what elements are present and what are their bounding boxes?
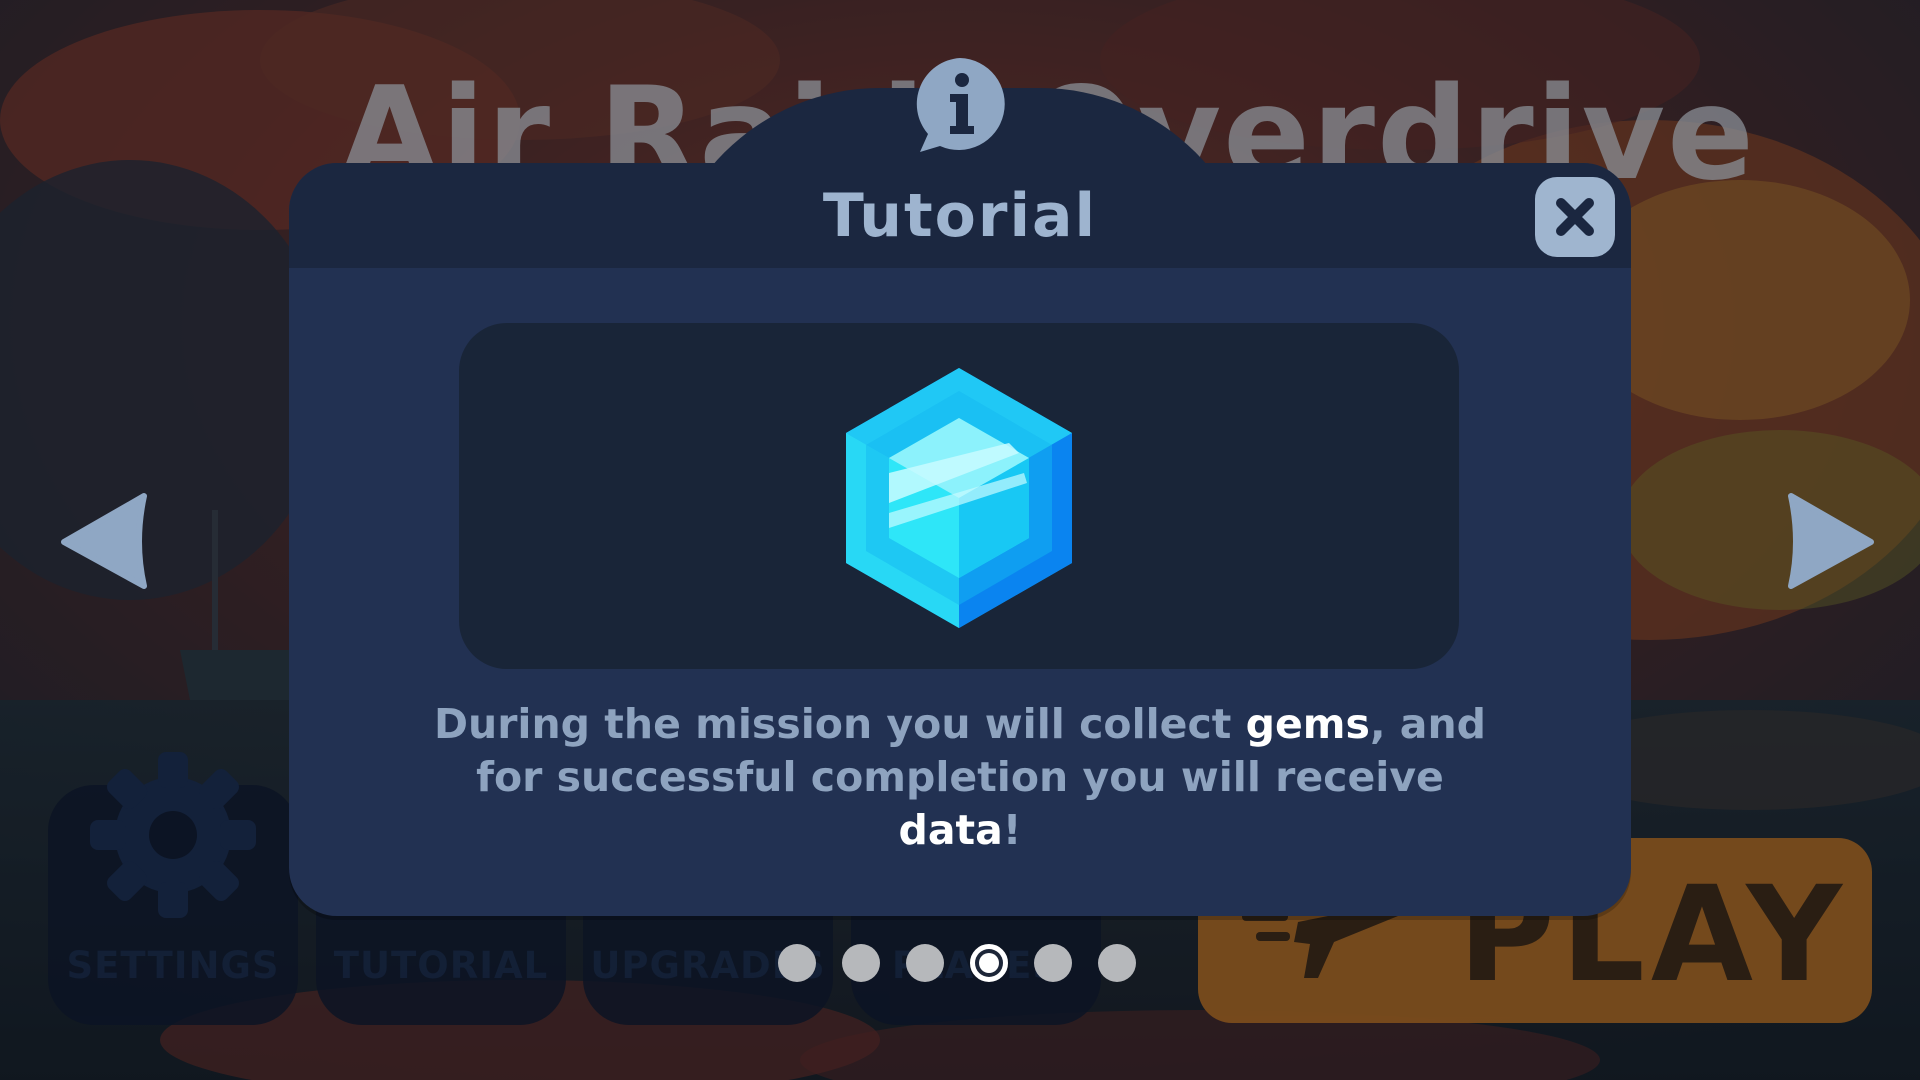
tutorial-text: During the mission you will collect gems… [409, 698, 1511, 857]
page-dot-active[interactable] [970, 944, 1008, 982]
page-dot[interactable] [842, 944, 880, 982]
text-part1: During the mission you will collect [433, 700, 1246, 748]
gem-icon [846, 368, 1072, 628]
text-part3: ! [1002, 806, 1022, 854]
arrow-left-icon [61, 493, 147, 589]
page-dot[interactable] [778, 944, 816, 982]
next-page-button[interactable] [1785, 490, 1875, 590]
page-dot[interactable] [906, 944, 944, 982]
prev-page-button[interactable] [60, 490, 150, 590]
gear-icon [90, 752, 256, 918]
modal-title: Tutorial [822, 181, 1098, 251]
close-icon [1556, 198, 1594, 236]
page-dot[interactable] [1034, 944, 1072, 982]
gem-illustration-panel [459, 323, 1459, 669]
close-button[interactable] [1535, 177, 1615, 257]
text-data: data [898, 806, 1003, 854]
tutorial-modal: Tutorial During the mission you will col… [289, 163, 1631, 916]
info-icon [916, 58, 1005, 152]
page-indicator [778, 944, 1144, 984]
page-dot[interactable] [1098, 944, 1136, 982]
modal-header: Tutorial [289, 163, 1631, 268]
tutorial-label: TUTORIAL [333, 944, 549, 987]
text-gems: gems [1245, 700, 1370, 748]
arrow-right-icon [1788, 493, 1874, 589]
settings-label: SETTINGS [66, 944, 280, 987]
